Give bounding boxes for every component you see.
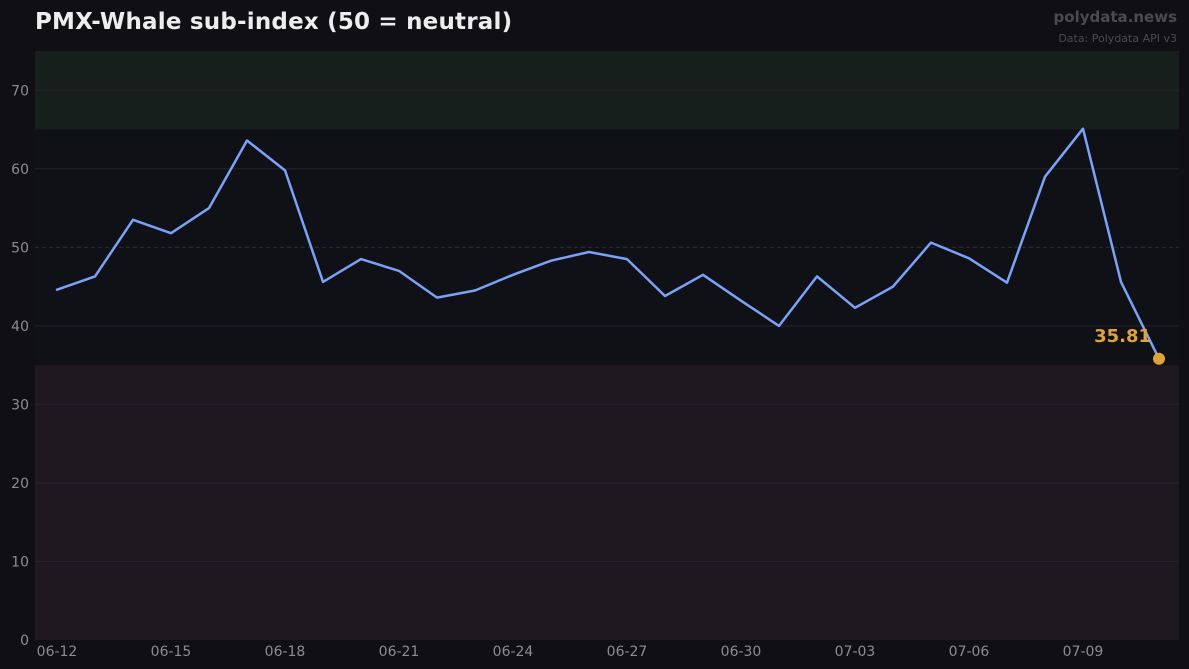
y-tick-label: 70 bbox=[11, 83, 29, 99]
y-tick-label: 20 bbox=[11, 476, 29, 492]
y-tick-label: 10 bbox=[11, 554, 29, 570]
x-tick-label: 06-18 bbox=[265, 644, 306, 660]
threshold-bands bbox=[35, 51, 1179, 640]
x-tick-label: 06-15 bbox=[151, 644, 192, 660]
last-value-dot bbox=[1153, 352, 1165, 365]
y-tick-label: 0 bbox=[20, 633, 29, 649]
last-value-label: 35.81 bbox=[1094, 326, 1151, 347]
y-tick-label: 30 bbox=[11, 397, 29, 413]
y-tick-label: 60 bbox=[11, 162, 29, 178]
x-tick-label: 06-12 bbox=[37, 644, 78, 660]
x-tick-label: 07-09 bbox=[1063, 644, 1104, 660]
y-tick-label: 40 bbox=[11, 319, 29, 335]
threshold-band-1 bbox=[35, 365, 1179, 640]
y-axis: 0 10 20 30 40 50 60 70 bbox=[11, 83, 29, 649]
x-tick-label: 06-30 bbox=[721, 644, 762, 660]
y-tick-label: 50 bbox=[11, 240, 29, 256]
x-tick-label: 07-03 bbox=[835, 644, 876, 660]
x-tick-label: 06-24 bbox=[493, 644, 534, 660]
x-axis: 06-12 06-15 06-18 06-21 06-24 06-27 06-30 07-03… bbox=[37, 644, 1104, 660]
x-tick-label: 06-27 bbox=[607, 644, 648, 660]
line-chart: 0 10 20 30 40 50 60 70 06-12 06-15 06-18 06-21 06-2… bbox=[11, 51, 1179, 660]
chart-root: PMX-Whale sub-index (50 = neutral) polyd… bbox=[0, 0, 1189, 669]
x-tick-label: 07-06 bbox=[949, 644, 990, 660]
x-tick-label: 06-21 bbox=[379, 644, 420, 660]
